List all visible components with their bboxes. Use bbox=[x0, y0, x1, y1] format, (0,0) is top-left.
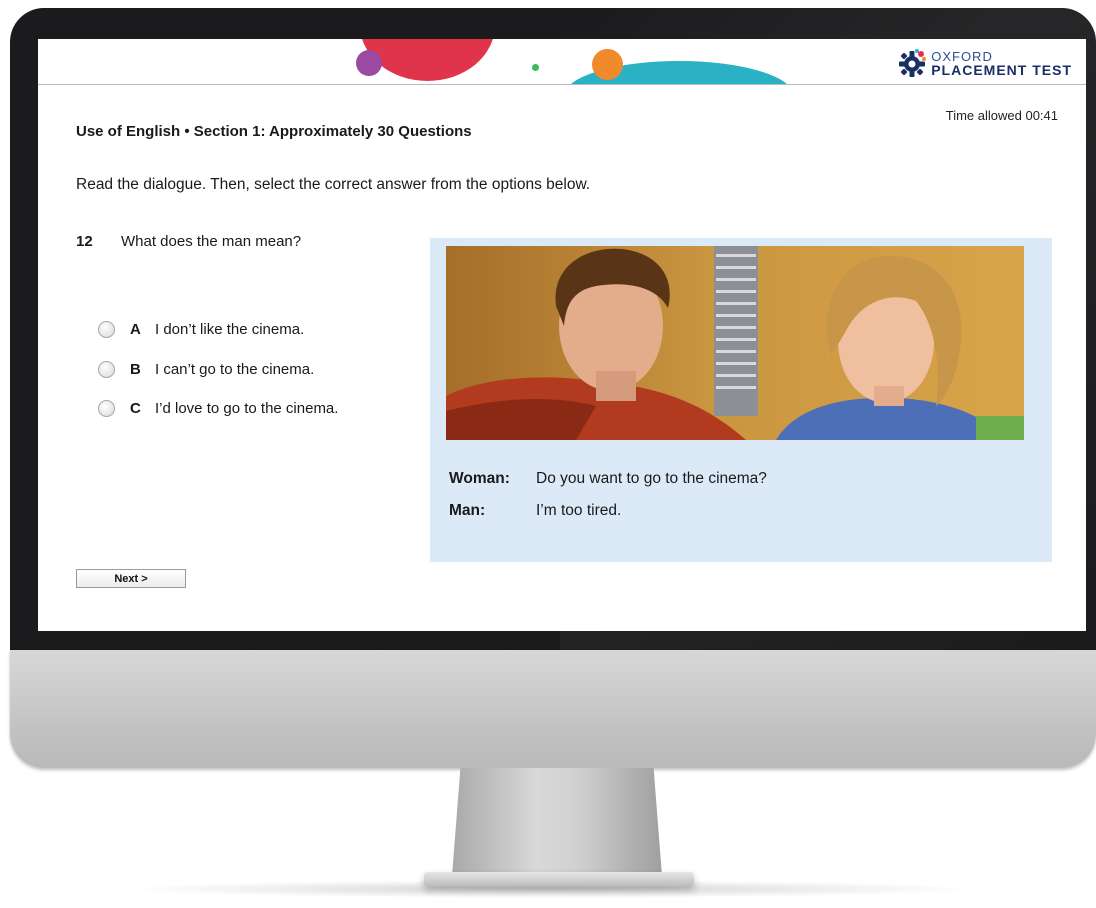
dialogue-panel: Woman: Do you want to go to the cinema? M… bbox=[430, 238, 1052, 562]
next-button[interactable]: Next > bbox=[76, 569, 186, 588]
dialogue-text: Do you want to go to the cinema? bbox=[536, 470, 767, 487]
monitor-stand-neck bbox=[452, 768, 662, 876]
dialogue-line-man: Man: I’m too tired. bbox=[449, 502, 621, 520]
option-text: I can’t go to the cinema. bbox=[155, 360, 315, 378]
decorative-orange-circle bbox=[592, 49, 623, 80]
time-allowed: Time allowed 00:41 bbox=[945, 108, 1058, 123]
option-c[interactable]: C I’d love to go to the cinema. bbox=[98, 398, 338, 418]
dialogue-text: I’m too tired. bbox=[536, 502, 622, 519]
man-and-woman-talking-photo bbox=[446, 246, 1024, 440]
monitor-stand-base bbox=[424, 872, 694, 886]
option-text: I don’t like the cinema. bbox=[155, 320, 305, 338]
question-number: 12 bbox=[76, 233, 93, 250]
option-letter: B bbox=[130, 360, 141, 378]
monitor-chin bbox=[10, 650, 1096, 768]
option-b-radio[interactable] bbox=[98, 360, 115, 378]
oxford-placement-logo: OXFORD PLACEMENT TEST bbox=[897, 47, 1072, 79]
question-text: What does the man mean? bbox=[121, 233, 302, 250]
dialogue-line-woman: Woman: Do you want to go to the cinema? bbox=[449, 470, 767, 488]
logo-oxford-text: OXFORD bbox=[931, 48, 993, 64]
option-a-radio[interactable] bbox=[98, 320, 115, 338]
instruction-text: Read the dialogue. Then, select the corr… bbox=[76, 176, 591, 193]
screen: OXFORD PLACEMENT TEST Time allowed 00:41… bbox=[38, 39, 1086, 631]
option-a[interactable]: A I don’t like the cinema. bbox=[98, 319, 304, 339]
logo-placement-text: PLACEMENT TEST bbox=[931, 61, 1072, 78]
decorative-green-dot bbox=[532, 64, 539, 71]
decorative-purple-circle bbox=[356, 50, 382, 76]
header-bar: OXFORD PLACEMENT TEST bbox=[38, 39, 1086, 85]
option-b[interactable]: B I can’t go to the cinema. bbox=[98, 359, 314, 379]
option-c-radio[interactable] bbox=[98, 399, 115, 417]
oxford-gear-icon bbox=[899, 49, 927, 77]
section-title: Use of English • Section 1: Approximatel… bbox=[76, 123, 472, 140]
option-letter: A bbox=[130, 320, 141, 338]
speaker-label: Woman: bbox=[449, 470, 510, 487]
option-letter: C bbox=[130, 399, 141, 417]
speaker-label: Man: bbox=[449, 502, 486, 519]
option-text: I’d love to go to the cinema. bbox=[155, 399, 339, 417]
photo-illustration bbox=[446, 246, 1024, 440]
